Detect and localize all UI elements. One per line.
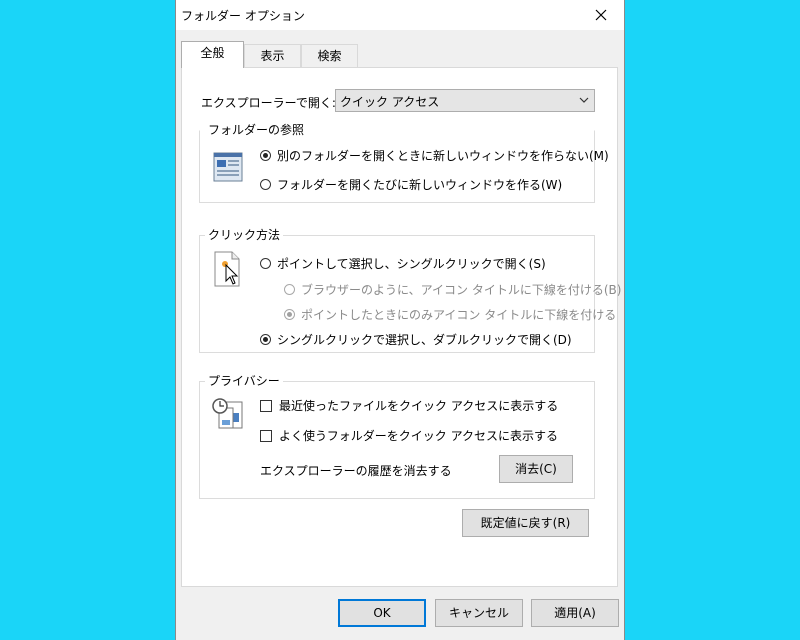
checkbox-recent-files-label: 最近使ったファイルをクイック アクセスに表示する xyxy=(279,399,559,413)
tab-search[interactable]: 検索 xyxy=(301,44,358,68)
clear-history-label: エクスプローラーの履歴を消去する xyxy=(260,464,452,478)
cancel-button[interactable]: キャンセル xyxy=(435,599,523,627)
close-button[interactable] xyxy=(578,0,624,30)
checkbox-frequent-folders-label: よく使うフォルダーをクイック アクセスに表示する xyxy=(279,429,558,443)
checkbox-frequent-folders[interactable]: よく使うフォルダーをクイック アクセスに表示する xyxy=(260,427,558,444)
folder-window-icon xyxy=(213,152,243,182)
folder-options-dialog: フォルダー オプション 全般 表示 検索 エクスプローラーで開く: クイック ア… xyxy=(176,0,624,640)
radio-dot xyxy=(260,150,271,161)
radio-single-click-open-label: ポイントして選択し、シングルクリックで開く(S) xyxy=(277,257,546,271)
radio-new-window[interactable]: フォルダーを開くたびに新しいウィンドウを作る(W) xyxy=(260,176,562,193)
apply-button[interactable]: 適用(A) xyxy=(531,599,619,627)
open-explorer-dropdown[interactable]: クイック アクセス xyxy=(335,89,595,112)
radio-underline-hover-label: ポイントしたときにのみアイコン タイトルに下線を付ける xyxy=(301,308,617,322)
radio-dot xyxy=(260,258,271,269)
open-explorer-value: クイック アクセス xyxy=(340,95,440,109)
radio-dot xyxy=(260,179,271,190)
radio-double-click-open[interactable]: シングルクリックで選択し、ダブルクリックで開く(D) xyxy=(260,331,572,348)
ok-button[interactable]: OK xyxy=(338,599,426,627)
privacy-clock-documents-icon xyxy=(212,398,243,429)
radio-dot xyxy=(284,284,295,295)
browse-folders-title: フォルダーの参照 xyxy=(205,121,308,138)
privacy-group: プライバシー 最近使ったファイルをクイック アクセスに表示する よく使うフォルダ… xyxy=(199,372,595,499)
radio-single-click-open[interactable]: ポイントして選択し、シングルクリックで開く(S) xyxy=(260,255,546,272)
click-items-group: クリック方法 ポイントして選択し、シングルクリックで開く(S) ブラウザーのよう… xyxy=(199,226,621,353)
radio-same-window-label: 別のフォルダーを開くときに新しいウィンドウを作らない(M) xyxy=(277,149,609,163)
checkbox-recent-files[interactable]: 最近使ったファイルをクイック アクセスに表示する xyxy=(260,397,558,414)
title-bar: フォルダー オプション xyxy=(176,0,624,30)
dialog-title: フォルダー オプション xyxy=(181,9,305,23)
radio-underline-hover[interactable]: ポイントしたときにのみアイコン タイトルに下線を付ける xyxy=(284,306,616,323)
radio-new-window-label: フォルダーを開くたびに新しいウィンドウを作る(W) xyxy=(277,178,563,192)
tab-general[interactable]: 全般 xyxy=(181,41,244,68)
tab-view[interactable]: 表示 xyxy=(244,44,301,68)
restore-defaults-button[interactable]: 既定値に戻す(R) xyxy=(462,509,589,537)
radio-same-window[interactable]: 別のフォルダーを開くときに新しいウィンドウを作らない(M) xyxy=(260,147,609,164)
close-icon xyxy=(595,9,607,21)
privacy-title: プライバシー xyxy=(205,372,283,389)
click-items-title: クリック方法 xyxy=(205,226,284,243)
general-tab-panel: エクスプローラーで開く: クイック アクセス フォルダーの参照 別のフォルダーを… xyxy=(181,67,621,587)
checkbox-box xyxy=(260,429,272,442)
open-explorer-label: エクスプローラーで開く: xyxy=(201,96,336,110)
radio-double-click-open-label: シングルクリックで選択し、ダブルクリックで開く(D) xyxy=(277,333,572,347)
clear-history-button[interactable]: 消去(C) xyxy=(499,455,573,483)
cursor-click-icon xyxy=(214,251,240,287)
checkbox-box xyxy=(260,399,272,412)
browse-folders-group: フォルダーの参照 別のフォルダーを開くときに新しいウィンドウを作らない(M) フ… xyxy=(199,121,609,203)
radio-underline-always-label: ブラウザーのように、アイコン タイトルに下線を付ける(B) xyxy=(301,283,622,297)
chevron-down-icon xyxy=(579,97,589,103)
radio-underline-always[interactable]: ブラウザーのように、アイコン タイトルに下線を付ける(B) xyxy=(284,281,621,298)
radio-dot xyxy=(260,334,271,345)
radio-dot xyxy=(284,309,295,320)
